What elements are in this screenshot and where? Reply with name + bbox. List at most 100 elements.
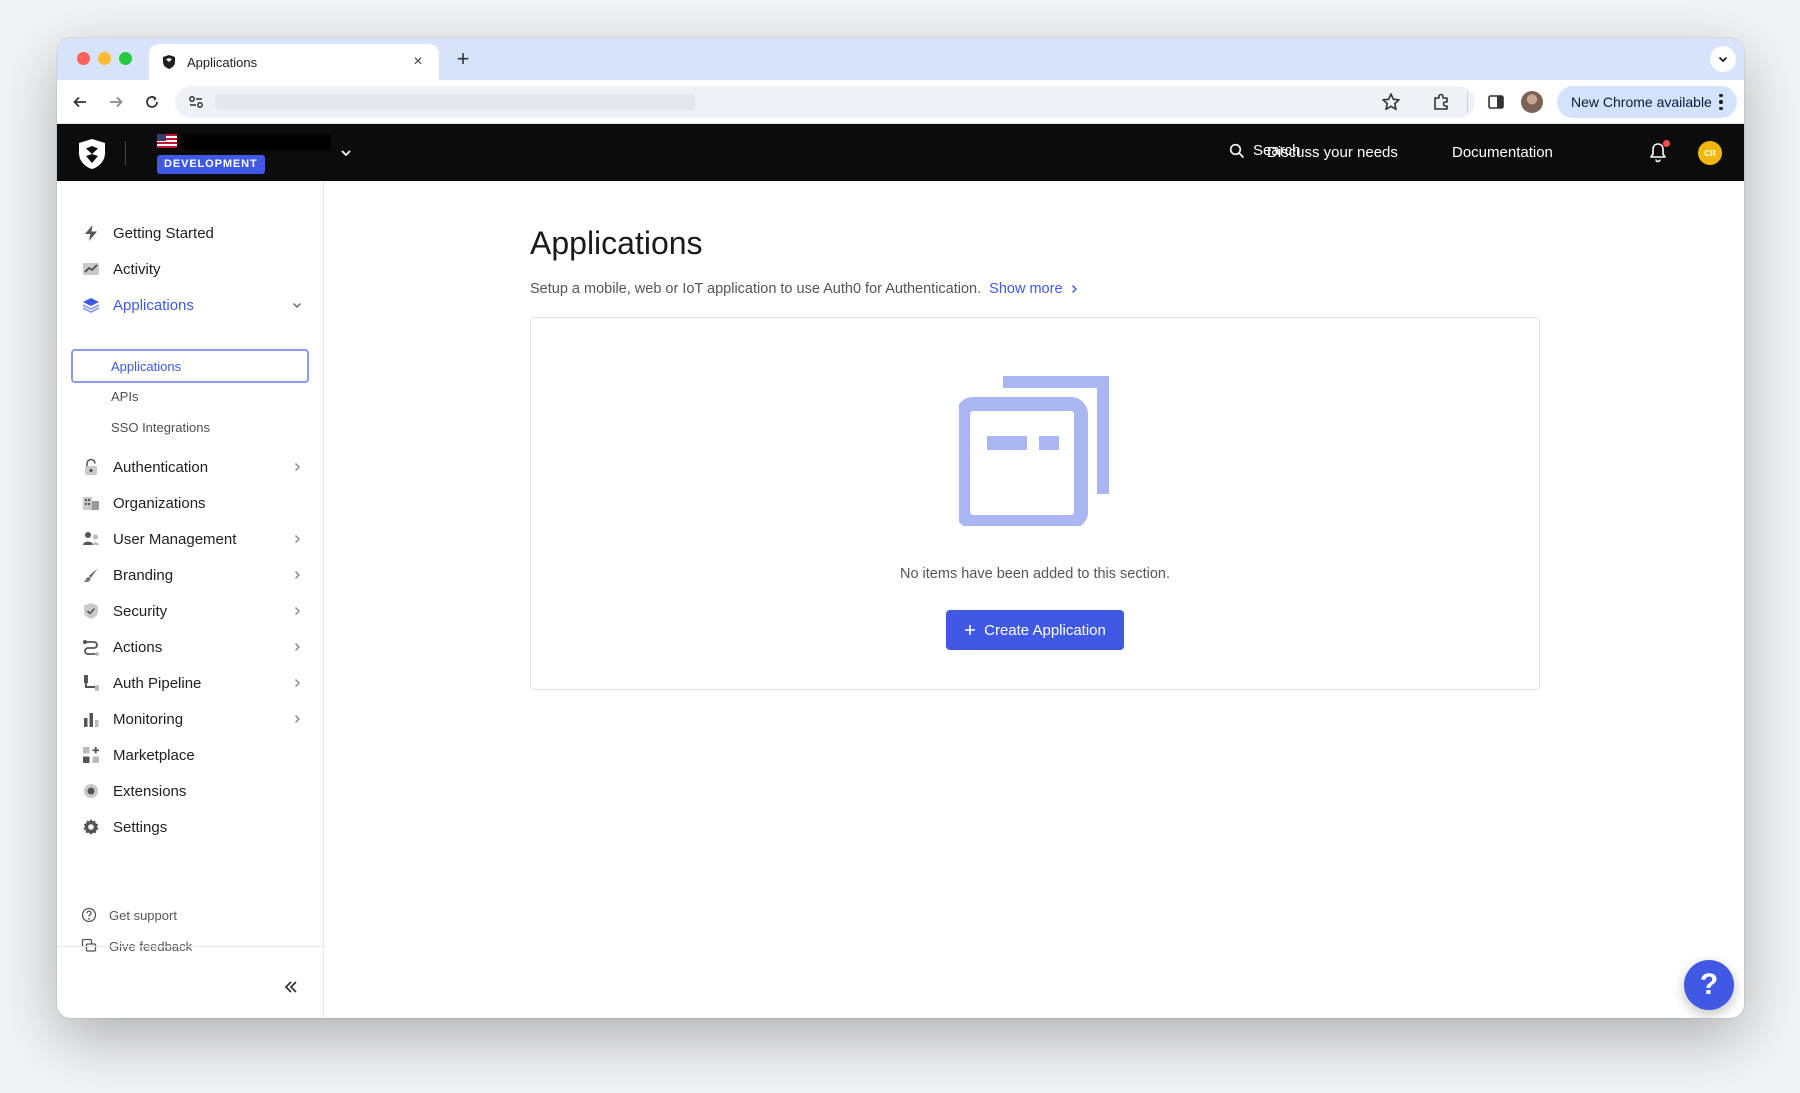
- sidebar-item-organizations[interactable]: Organizations: [71, 488, 311, 518]
- sidebar-subitem-label: Applications: [111, 358, 182, 374]
- extensions-puzzle-icon[interactable]: [1430, 91, 1452, 113]
- pipeline-icon: [81, 673, 101, 693]
- site-settings-icon[interactable]: [187, 93, 205, 111]
- sidebar-item-monitoring[interactable]: Monitoring: [71, 704, 311, 734]
- help-button[interactable]: ?: [1684, 960, 1734, 1010]
- sidebar-item-label: Authentication: [113, 458, 209, 476]
- double-chevron-left-icon[interactable]: [281, 977, 301, 997]
- bar-chart-icon: [81, 709, 101, 729]
- documentation-link[interactable]: Documentation: [1452, 144, 1553, 161]
- page-title: Applications: [530, 225, 703, 261]
- sidebar-item-settings[interactable]: Settings: [71, 812, 311, 842]
- chevron-right-icon: [295, 643, 300, 651]
- discuss-needs-link[interactable]: Discuss your needs: [1267, 144, 1398, 161]
- puzzle-icon: [81, 781, 101, 801]
- sidebar-item-label: Actions: [113, 638, 163, 656]
- sidebar-item-label: Organizations: [113, 494, 206, 512]
- bookmark-star-icon[interactable]: [1380, 91, 1402, 113]
- browser-tab-applications[interactable]: Applications ×: [149, 44, 439, 80]
- kebab-menu-icon[interactable]: [1719, 93, 1723, 111]
- header-divider: [125, 141, 126, 165]
- sidebar-item-label: Monitoring: [113, 710, 184, 728]
- empty-state-card: No items have been added to this section…: [530, 317, 1540, 690]
- reload-icon: [146, 96, 158, 108]
- sidebar-item-auth-pipeline[interactable]: Auth Pipeline: [71, 668, 311, 698]
- sidebar-subitem-apis[interactable]: APIs: [71, 381, 309, 411]
- brush-icon: [81, 565, 101, 585]
- side-panel-icon[interactable]: [1485, 91, 1507, 113]
- tab-strip: Applications × +: [57, 38, 1744, 80]
- address-bar[interactable]: [175, 86, 1475, 118]
- create-application-button[interactable]: Create Application: [946, 610, 1124, 650]
- browser-toolbar: New Chrome available: [57, 80, 1744, 124]
- sidebar-item-label: Applications: [113, 296, 194, 314]
- url-text: [215, 94, 695, 110]
- us-flag-icon: [157, 134, 177, 148]
- minimize-window-button[interactable]: [98, 52, 111, 65]
- sidebar-item-authentication[interactable]: Authentication: [71, 452, 311, 482]
- applications-empty-icon: [959, 376, 1109, 526]
- user-avatar[interactable]: CR: [1698, 141, 1722, 165]
- sidebar-divider: [57, 946, 324, 947]
- sidebar-item-getting-started[interactable]: Getting Started: [71, 218, 311, 248]
- page-description-text: Setup a mobile, web or IoT application t…: [530, 281, 982, 297]
- building-icon: [81, 493, 101, 513]
- sidebar-item-activity[interactable]: Activity: [71, 254, 311, 284]
- sidebar: Getting Started Activity Applications Ap…: [57, 181, 324, 1018]
- get-support-link[interactable]: Get support: [81, 904, 177, 926]
- sidebar-item-label: Marketplace: [113, 746, 195, 764]
- forward-button[interactable]: [105, 91, 127, 113]
- arrow-right-icon: [110, 96, 123, 108]
- sidebar-item-label: Extensions: [113, 782, 187, 800]
- sidebar-item-security[interactable]: Security: [71, 596, 311, 626]
- close-window-button[interactable]: [77, 52, 90, 65]
- chevron-right-icon: [295, 463, 300, 471]
- chevron-right-icon: [295, 535, 300, 543]
- sidebar-item-marketplace[interactable]: Marketplace: [71, 740, 311, 770]
- tenant-name-redacted: [181, 134, 331, 150]
- chevron-right-icon: [295, 679, 300, 687]
- chevron-down-icon: [293, 303, 301, 308]
- chevron-right-icon: [295, 607, 300, 615]
- search-icon: [1229, 143, 1245, 158]
- maximize-window-button[interactable]: [119, 52, 132, 65]
- chevron-down-icon[interactable]: [339, 146, 353, 160]
- new-tab-button[interactable]: +: [451, 47, 475, 71]
- auth0-favicon-icon: [163, 55, 175, 69]
- grid-plus-icon: [81, 745, 101, 765]
- layers-icon: [81, 295, 101, 315]
- sidebar-item-actions[interactable]: Actions: [71, 632, 311, 662]
- lightning-icon: [81, 223, 101, 243]
- sidebar-item-applications[interactable]: Applications: [71, 290, 311, 320]
- chevron-down-icon: [1718, 56, 1728, 63]
- show-more-link[interactable]: Show more: [989, 281, 1078, 297]
- sidebar-item-label: User Management: [113, 530, 237, 548]
- chevron-right-icon: [295, 715, 300, 723]
- arrow-left-icon: [73, 96, 86, 108]
- users-icon: [81, 529, 101, 549]
- sidebar-item-branding[interactable]: Branding: [71, 560, 311, 590]
- sidebar-item-user-management[interactable]: User Management: [71, 524, 311, 554]
- sidebar-item-label: Getting Started: [113, 224, 214, 242]
- auth0-logo-icon[interactable]: [77, 138, 107, 170]
- gear-icon: [81, 817, 101, 837]
- chrome-profile-avatar[interactable]: [1521, 91, 1543, 113]
- chevron-right-icon: [1071, 285, 1077, 294]
- reload-button[interactable]: [141, 91, 163, 113]
- tab-close-button[interactable]: ×: [409, 53, 427, 71]
- tab-search-button[interactable]: [1710, 46, 1736, 72]
- tab-title: Applications: [187, 54, 258, 70]
- chrome-update-button[interactable]: New Chrome available: [1557, 86, 1737, 118]
- plus-icon: [965, 625, 976, 635]
- chart-line-icon: [81, 259, 101, 279]
- sidebar-subitem-applications[interactable]: Applications: [71, 349, 309, 383]
- sidebar-subitem-sso-integrations[interactable]: SSO Integrations: [71, 412, 309, 442]
- back-button[interactable]: [69, 91, 91, 113]
- lock-icon: [81, 457, 101, 477]
- browser-window: Applications × + New Chrome available DE…: [57, 38, 1744, 1018]
- get-support-label: Get support: [109, 907, 177, 923]
- main-content: Applications Setup a mobile, web or IoT …: [324, 181, 1744, 1018]
- sidebar-item-extensions[interactable]: Extensions: [71, 776, 311, 806]
- dashboard-header: DEVELOPMENT Search Discuss your needs Do…: [57, 124, 1744, 181]
- sidebar-subitem-label: SSO Integrations: [111, 419, 210, 435]
